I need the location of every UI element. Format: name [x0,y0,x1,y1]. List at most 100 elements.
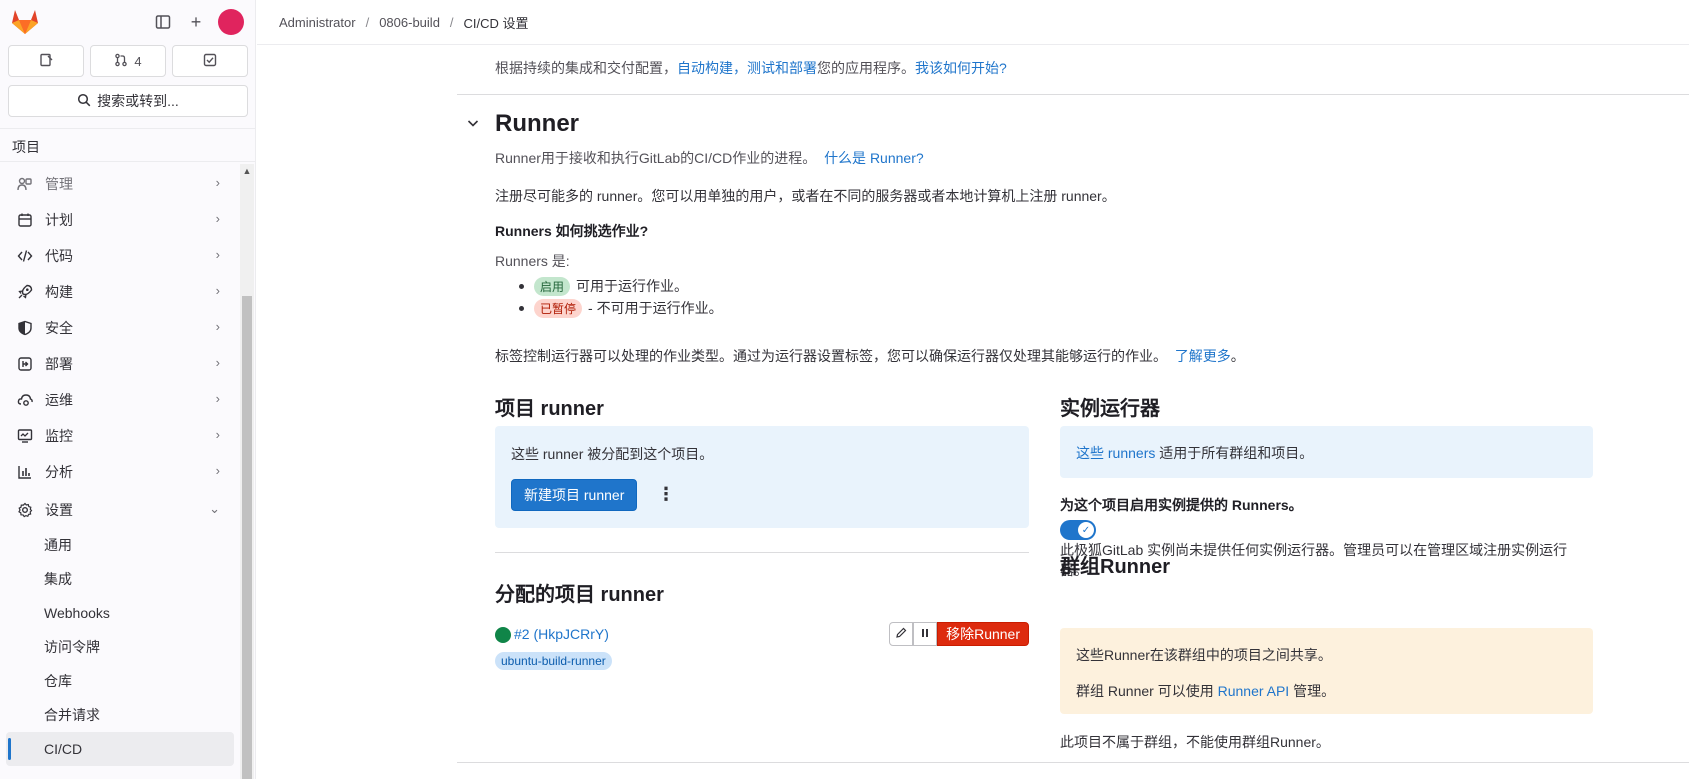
enable-instance-runners-label: 为这个项目启用实例提供的 Runners。 [1060,497,1303,513]
breadcrumb-separator: / [449,14,454,30]
instance-runners-info: 这些 runners 适用于所有群组和项目。 [1076,443,1313,463]
users-icon [16,175,34,193]
runners-are-text: Runners 是: [495,253,570,269]
sidebar-subitem-webhooks[interactable]: Webhooks [0,596,238,630]
sidebar-item-label: 管理 [45,176,73,192]
sidebar-item-label: 计划 [45,212,73,228]
sidebar-toggle-icon[interactable] [151,10,175,34]
runner-actions: 移除Runner [889,622,1029,646]
plus-icon[interactable]: + [184,10,208,34]
sidebar-item-manage[interactable]: 管理 › [0,166,238,202]
search-button[interactable]: 搜索或转到... [8,85,248,117]
runner-row: #2 (HkpJCRrY) 移除Runner [495,622,1029,648]
breadcrumb-item-user[interactable]: Administrator [279,15,356,30]
what-is-runner-link[interactable]: 什么是 Runner? [824,150,924,166]
sidebar-item-operate[interactable]: 运维 › [0,382,238,418]
status-badge: 启用 [534,276,571,296]
not-in-group-text: 此项目不属于群组，不能使用群组Runner。 [1060,734,1330,750]
todo-icon [203,53,217,70]
project-runners-info-box: 这些 runner 被分配到这个项目。 新建项目 runner ⋮ [495,426,1029,528]
merge-requests-counter-button[interactable]: 4 [90,45,166,77]
lead-text-2: 您的应用程序。 [817,60,915,76]
auto-build-link[interactable]: 自动构建，测试和部署 [677,60,817,76]
gitlab-logo-icon[interactable] [10,7,40,35]
sidebar-item-security[interactable]: 安全 › [0,310,238,346]
chevron-down-icon[interactable] [466,116,480,135]
group-shared-text: 这些Runner在该群组中的项目之间共享。 [1076,647,1332,663]
edit-runner-button[interactable] [889,622,914,646]
sidebar-subitem-access-tokens[interactable]: 访问令牌 [0,630,238,664]
sidebar-item-code[interactable]: 代码 › [0,238,238,274]
rocket-icon [16,283,34,301]
code-icon [16,247,34,265]
more-actions-icon[interactable]: ⋮ [657,484,675,505]
remove-runner-button[interactable]: 移除Runner [937,622,1029,646]
sidebar-item-label: 设置 [45,502,73,518]
lead-text: 根据持续的集成和交付配置， [495,60,677,76]
sidebar-item-build[interactable]: 构建 › [0,274,238,310]
new-project-runner-button[interactable]: 新建项目 runner [511,479,638,511]
chevron-right-icon: › [215,355,220,370]
enabled-text: 可用于运行作业。 [576,278,689,294]
sidebar-item-label: 分析 [45,464,73,480]
how-pick-heading: Runners 如何挑选作业? [495,223,649,239]
sidebar-section-title: 项目 [0,128,256,162]
avatar[interactable] [218,9,244,35]
sidebar-item-label: 运维 [45,392,73,408]
sidebar-scrollbar-thumb[interactable] [242,296,252,779]
chevron-right-icon: › [215,427,220,442]
these-runners-link[interactable]: 这些 runners [1076,445,1155,461]
chevron-down-icon: ⌄ [209,501,220,516]
enable-instance-runners-toggle[interactable]: ✓ [1060,520,1096,540]
pencil-icon [895,627,907,642]
counter-row: 4 [8,45,248,77]
breadcrumb-item-project[interactable]: 0806-build [379,15,440,30]
how-to-start-link[interactable]: 我该如何开始? [915,60,1007,76]
sidebar-subitem-integrations[interactable]: 集成 [0,562,238,596]
learn-more-link[interactable]: 了解更多 [1175,348,1231,364]
sidebar-item-deploy[interactable]: 部署 › [0,346,238,382]
chevron-right-icon: › [215,247,220,262]
pause-icon [920,627,930,641]
issues-counter-button[interactable] [8,45,84,77]
api-text-2: 管理。 [1289,683,1336,699]
pause-runner-button[interactable] [913,622,938,646]
merge-request-icon [114,53,128,70]
instance-runners-title: 实例运行器 [1060,398,1160,420]
calendar-icon [16,211,34,229]
breadcrumb-item-current[interactable]: CI/CD 设置 [464,13,529,32]
project-runners-title: 项目 runner [495,398,604,420]
sidebar-item-label: 监控 [45,428,73,444]
runner-api-link[interactable]: Runner API [1218,683,1290,699]
sidebar-subitem-general[interactable]: 通用 [0,528,238,562]
breadcrumb-separator: / [365,14,370,30]
chevron-right-icon: › [215,463,220,478]
todos-counter-button[interactable] [172,45,248,77]
assigned-runners-title: 分配的项目 runner [495,584,664,606]
breadcrumb: Administrator / 0806-build / CI/CD 设置 [257,0,1689,45]
runner-link[interactable]: #2 (HkpJCRrY) [514,626,609,642]
sidebar-subitem-repository[interactable]: 仓库 [0,664,238,698]
chevron-right-icon: › [215,319,220,334]
sidebar-subitem-merge-requests[interactable]: 合并请求 [0,698,238,732]
tags-text: 标签控制运行器可以处理的作业类型。通过为运行器设置标签，您可以确保运行器仅处理其… [495,348,1167,364]
search-label: 搜索或转到... [97,93,179,109]
scroll-up-arrow-icon[interactable]: ▲ [241,166,253,176]
project-runners-info: 这些 runner 被分配到这个项目。 [511,446,714,462]
sidebar-subitem-cicd[interactable]: CI/CD [6,732,234,766]
cloud-gear-icon [16,391,34,409]
runner-section-title[interactable]: Runner [495,110,579,138]
sidebar-item-settings[interactable]: 设置 ⌄ [0,492,238,528]
sidebar-item-monitor[interactable]: 监控 › [0,418,238,454]
tags-description: 标签控制运行器可以处理的作业类型。通过为运行器设置标签，您可以确保运行器仅处理其… [495,346,1245,366]
api-text-1: 群组 Runner 可以使用 [1076,683,1218,699]
instance-info-text: 适用于所有群组和项目。 [1155,445,1314,461]
group-api-text: 群组 Runner 可以使用 Runner API 管理。 [1076,681,1335,701]
list-item: 启用 可用于运行作业。 [519,276,688,296]
sidebar-item-label: 安全 [45,320,73,336]
status-badge: 已暂停 [534,298,583,318]
shield-icon [16,319,34,337]
chevron-right-icon: › [215,175,220,190]
sidebar-item-analyze[interactable]: 分析 › [0,454,238,490]
sidebar-item-plan[interactable]: 计划 › [0,202,238,238]
